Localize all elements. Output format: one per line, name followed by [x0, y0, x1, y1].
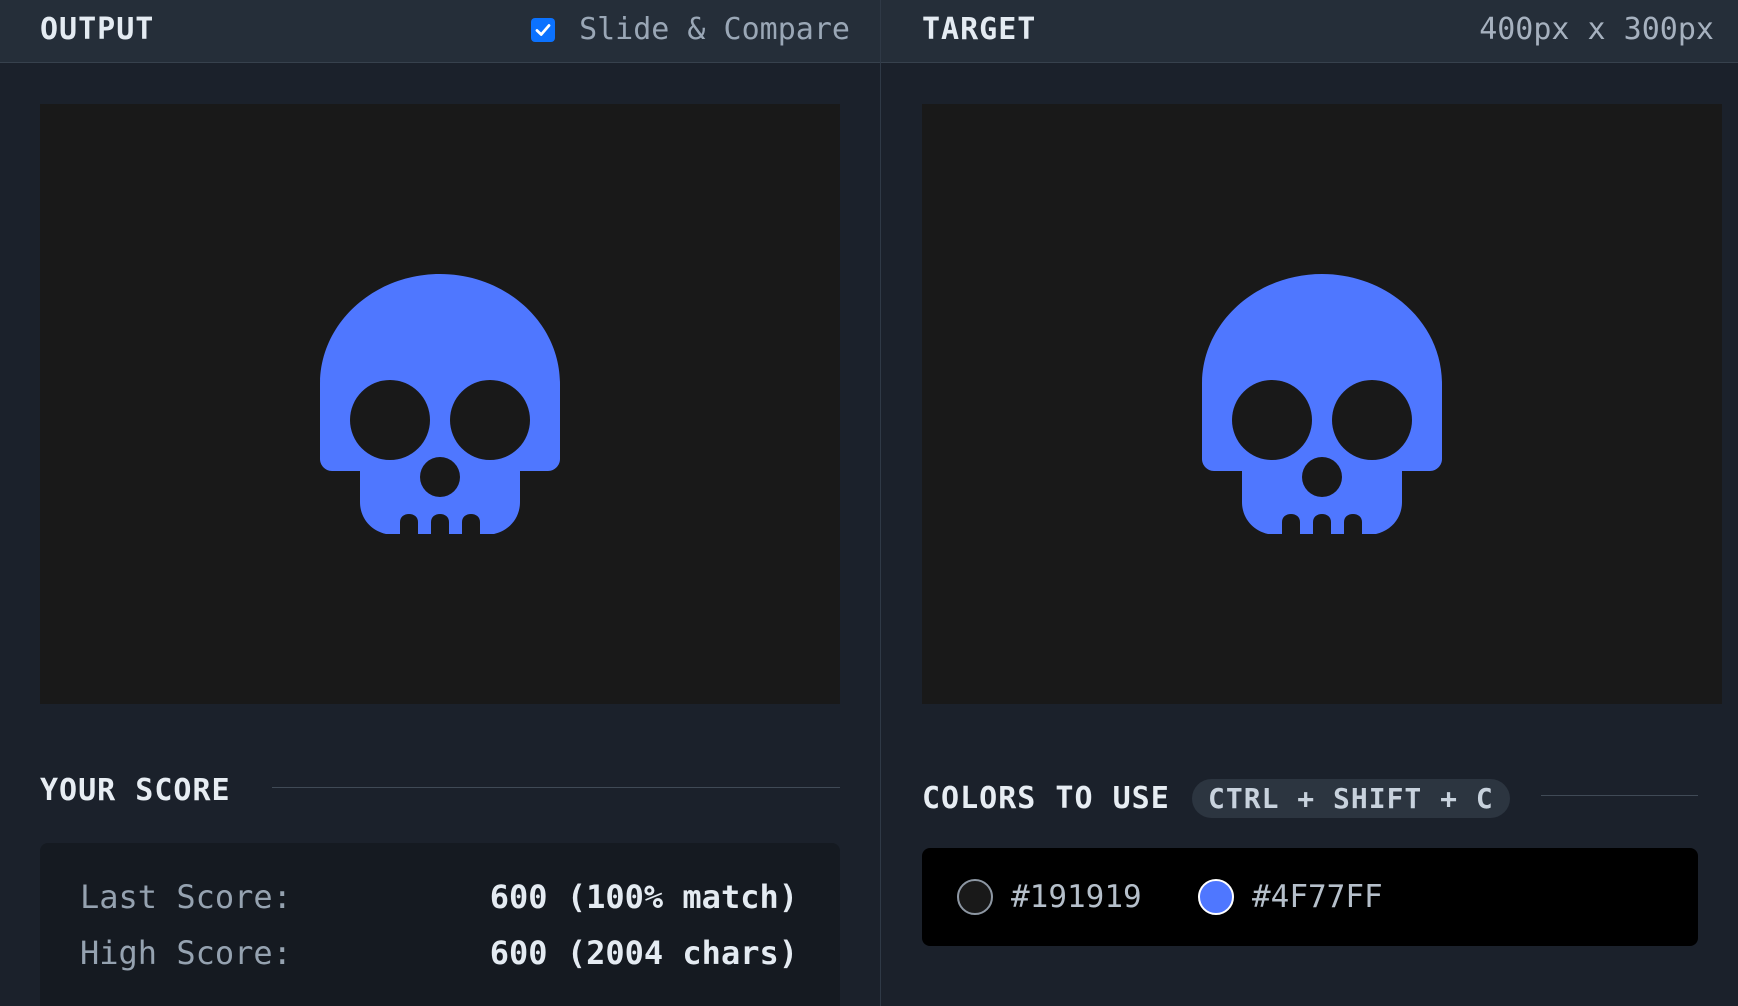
- last-score-label: Last Score:: [80, 878, 292, 916]
- color-swatch-dark[interactable]: #191919: [957, 879, 1142, 915]
- high-score-label: High Score:: [80, 934, 292, 972]
- last-score-value: 600 (100% match): [489, 878, 798, 916]
- copy-colors-shortcut[interactable]: CTRL + SHIFT + C: [1192, 779, 1510, 818]
- skull-icon: [1202, 274, 1442, 534]
- target-title: TARGET: [922, 12, 1037, 47]
- target-dimensions: 400px x 300px: [1479, 12, 1714, 47]
- output-pane: OUTPUT Slide & Compare YOUR SCORE Last S…: [0, 0, 880, 1006]
- last-score-row: Last Score: 600 (100% match): [80, 878, 798, 916]
- color-code-dark: #191919: [1011, 879, 1142, 915]
- color-code-blue: #4F77FF: [1252, 879, 1383, 915]
- your-score-heading: YOUR SCORE: [40, 773, 231, 808]
- color-dot-dark: [957, 879, 993, 915]
- output-canvas[interactable]: [40, 104, 840, 704]
- checkmark-icon: [535, 23, 551, 36]
- output-header: OUTPUT Slide & Compare: [0, 0, 880, 63]
- score-divider: [272, 787, 840, 788]
- score-panel: Last Score: 600 (100% match) High Score:…: [40, 843, 840, 1006]
- slide-compare-toggle[interactable]: Slide & Compare: [531, 12, 850, 47]
- color-dot-blue: [1198, 879, 1234, 915]
- slide-compare-checkbox[interactable]: [531, 17, 556, 42]
- output-title: OUTPUT: [40, 12, 155, 47]
- colors-to-use-heading: COLORS TO USE: [922, 781, 1170, 816]
- high-score-value: 600 (2004 chars): [489, 934, 798, 972]
- target-pane: TARGET 400px x 300px COLORS TO USE CTRL …: [881, 0, 1738, 1006]
- color-swatch-blue[interactable]: #4F77FF: [1198, 879, 1383, 915]
- slide-compare-label: Slide & Compare: [579, 12, 850, 47]
- target-canvas: [922, 104, 1722, 704]
- color-palette: #191919 #4F77FF: [922, 848, 1698, 946]
- skull-icon: [320, 274, 560, 534]
- colors-divider: [1541, 795, 1698, 796]
- high-score-row: High Score: 600 (2004 chars): [80, 934, 798, 972]
- target-header: TARGET 400px x 300px: [881, 0, 1738, 63]
